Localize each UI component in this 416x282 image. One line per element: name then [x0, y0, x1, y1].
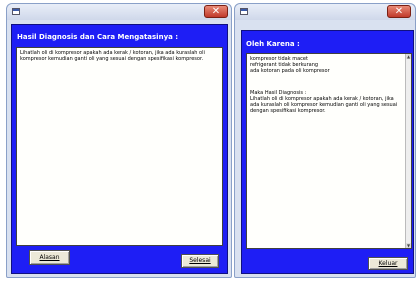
close-button[interactable]: ✕ — [387, 5, 411, 18]
cause-list: kompresor tidak macet refrigerant tidak … — [250, 56, 330, 74]
alasan-button[interactable]: Alasan — [29, 250, 70, 265]
app-icon — [12, 8, 20, 15]
diagnosis-reason-window: ✕ Oleh Karena : kompresor tidak macet re… — [234, 3, 416, 278]
reason-heading: Oleh Karena : — [246, 40, 300, 48]
dialog-client-area: Oleh Karena : kompresor tidak macet refr… — [241, 30, 414, 274]
selesai-button[interactable]: Selesai — [181, 254, 219, 268]
result-heading: Hasil Diagnosis dan Cara Mengatasinya : — [17, 33, 179, 41]
result-text: Lihatlah oli di kompresor apakah ada ker… — [20, 50, 205, 62]
scroll-up-icon[interactable]: ▲ — [406, 54, 411, 59]
scroll-down-icon[interactable]: ▼ — [406, 243, 411, 248]
dialog-client-area: Hasil Diagnosis dan Cara Mengatasinya : … — [11, 24, 228, 274]
close-button[interactable]: ✕ — [204, 5, 228, 18]
result-text-area[interactable]: Lihatlah oli di kompresor apakah ada ker… — [16, 47, 223, 246]
keluar-button[interactable]: Keluar — [368, 257, 408, 270]
app-icon — [240, 8, 248, 15]
result-text: Lihatlah oli di kompresor apakah ada ker… — [250, 96, 398, 114]
reason-text-area[interactable]: kompresor tidak macet refrigerant tidak … — [246, 53, 412, 249]
title-bar[interactable]: ✕ — [7, 4, 231, 20]
diagnosis-result-window: ✕ Hasil Diagnosis dan Cara Mengatasinya … — [6, 3, 232, 278]
title-bar[interactable]: ✕ — [235, 4, 415, 20]
vertical-scrollbar[interactable]: ▲ ▼ — [405, 54, 411, 248]
